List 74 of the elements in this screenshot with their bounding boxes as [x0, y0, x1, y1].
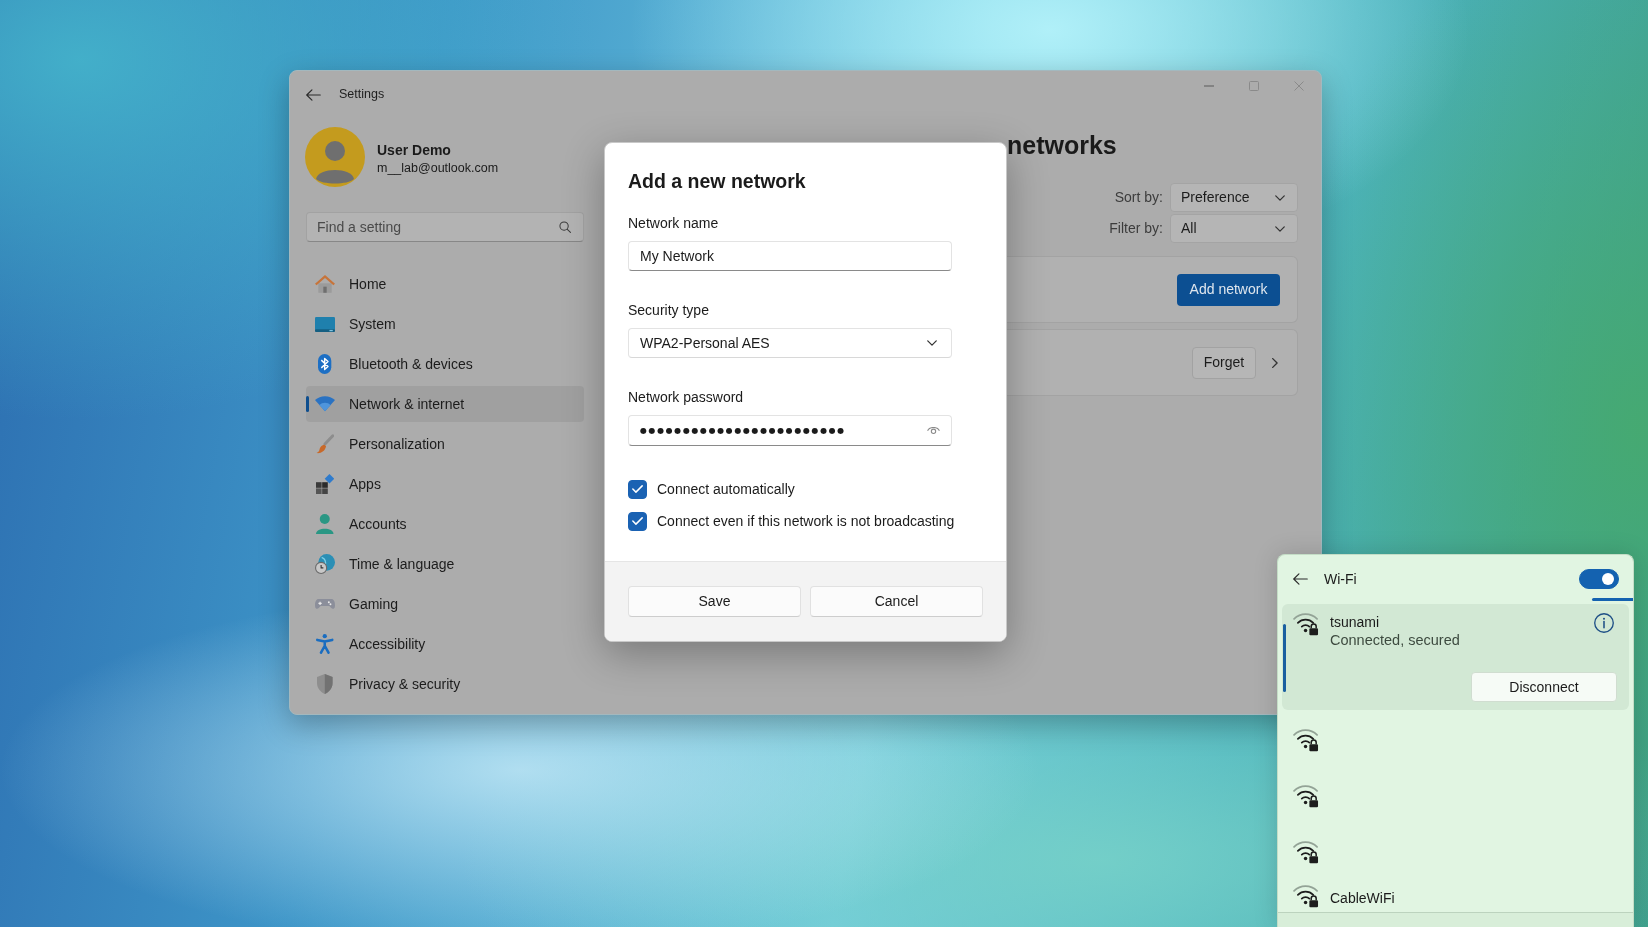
sidebar-item[interactable]: Apps — [306, 466, 584, 502]
user-avatar-icon — [305, 127, 365, 187]
sidebar-item[interactable]: Home — [306, 266, 584, 302]
checkbox-label[interactable]: Connect even if this network is not broadcasting — [657, 510, 955, 532]
user-email: m__lab@outlook.com — [377, 159, 499, 177]
person-icon — [316, 514, 334, 534]
dialog-title: Add a new network — [628, 169, 807, 194]
wifi-lock-icon — [1293, 784, 1319, 808]
selection-indicator — [306, 396, 309, 412]
sidebar-item[interactable]: System — [306, 306, 584, 342]
add-network-button[interactable]: Add network — [1177, 273, 1280, 306]
sidebar-item[interactable]: Accessibility — [306, 626, 584, 662]
chevron-right-icon[interactable] — [1272, 357, 1278, 368]
gamepad-icon — [315, 598, 335, 610]
disconnect-button[interactable]: Disconnect — [1471, 672, 1617, 702]
checkbox-label[interactable]: Connect automatically — [657, 478, 795, 500]
page-title: networks — [1006, 130, 1118, 161]
checkmark-icon — [632, 517, 643, 525]
loading-bar — [1592, 598, 1633, 601]
forget-button[interactable]: Forget — [1192, 346, 1256, 379]
wifi-lock-icon — [1293, 613, 1319, 636]
field-label: Security type — [628, 301, 710, 320]
globe-clock-icon — [315, 554, 335, 574]
checkbox[interactable] — [628, 511, 647, 531]
sidebar-item[interactable]: Personalization — [306, 426, 584, 462]
chevron-down-icon — [927, 340, 937, 346]
network-item[interactable]: CableWiFi — [1282, 880, 1629, 912]
network-item[interactable]: tsunami Connected, secured Disconnect — [1282, 604, 1629, 710]
field-label: Network password — [628, 388, 745, 407]
search-field[interactable]: Find a setting — [306, 212, 584, 242]
apps-icon — [315, 474, 335, 494]
wifi-lock-icon — [1293, 840, 1319, 864]
user-name: User Demo — [377, 140, 452, 159]
bluetooth-icon — [318, 354, 332, 374]
select-dropdown[interactable]: WPA2-Personal AES — [628, 328, 952, 358]
shield-icon — [317, 674, 333, 694]
sidebar-item[interactable]: Network & internet — [306, 386, 584, 422]
wifi-toggle[interactable] — [1579, 569, 1619, 589]
wifi-lock-icon — [1293, 728, 1319, 752]
accessibility-icon — [316, 634, 334, 654]
sidebar-item[interactable]: Bluetooth & devices — [306, 346, 584, 382]
selection-indicator — [1283, 624, 1286, 692]
network-name: CableWiFi — [1330, 889, 1395, 907]
sidebar-item[interactable]: Accounts — [306, 506, 584, 542]
monitor-icon — [315, 316, 335, 332]
password-field[interactable]: ●●●●●●●●●●●●●●●●●●●●●●●● — [628, 415, 952, 446]
filter-dropdown[interactable]: All — [1170, 214, 1298, 243]
back-arrow-icon[interactable] — [306, 88, 321, 101]
eye-icon[interactable] — [927, 427, 940, 434]
checkbox[interactable] — [628, 479, 647, 499]
info-icon[interactable] — [1594, 613, 1614, 633]
window-title: Settings — [339, 86, 385, 104]
sort-label: Sort by: — [1114, 188, 1163, 207]
chevron-down-icon — [1275, 225, 1285, 232]
text-input-field[interactable]: My Network — [628, 241, 952, 271]
paintbrush-icon — [315, 434, 335, 454]
field-label: Network name — [628, 214, 720, 233]
sidebar-item[interactable]: Time & language — [306, 546, 584, 582]
wifi-lock-icon — [1293, 885, 1319, 908]
sort-dropdown[interactable]: Preference — [1170, 183, 1298, 212]
network-name: tsunami — [1330, 613, 1381, 631]
network-status: Connected, secured — [1330, 631, 1460, 650]
panel-title: Wi-Fi — [1324, 569, 1357, 589]
cancel-button[interactable]: Cancel — [810, 586, 983, 617]
wifi-icon — [315, 396, 335, 412]
chevron-down-icon — [1275, 194, 1285, 201]
back-arrow-icon[interactable] — [1293, 573, 1308, 585]
save-button[interactable]: Save — [628, 586, 801, 617]
filter-label: Filter by: — [1109, 219, 1163, 238]
sidebar-item[interactable]: Gaming — [306, 586, 584, 622]
search-icon[interactable] — [559, 221, 571, 233]
sidebar-item[interactable]: Privacy & security — [306, 666, 584, 702]
house-icon — [315, 275, 335, 293]
checkmark-icon — [632, 485, 643, 493]
